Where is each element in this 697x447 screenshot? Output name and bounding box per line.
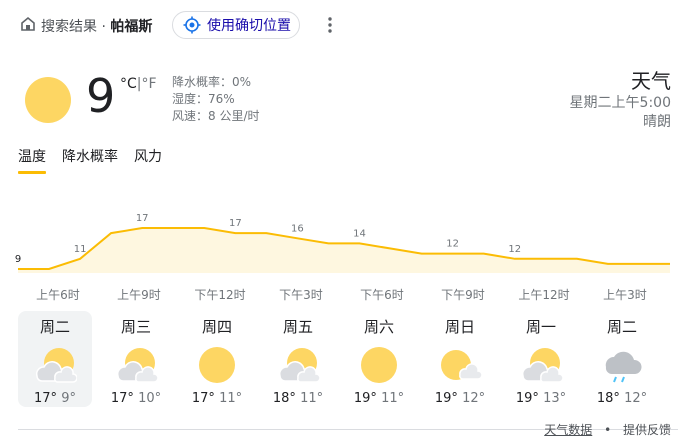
unit-celsius[interactable]: °C (120, 76, 137, 92)
day-high: 19° (434, 391, 458, 406)
daily-forecast: 周二 17° 9° 周三 17° 10° 周四 17° 11° 周五 18° 11° 周六 19°… (18, 311, 678, 407)
breadcrumb-prefix: 搜索结果 · (41, 19, 111, 35)
sun-icon (25, 77, 71, 123)
temperature-data-label: 17 (229, 218, 242, 229)
temperature-data-label: 16 (291, 223, 304, 234)
day-high: 18° (596, 391, 620, 406)
day-forecast-5[interactable]: 周日 19° 12° (423, 311, 497, 407)
precipitation-text: 降水概率：0% (172, 75, 252, 89)
day-low: 9° (61, 391, 76, 406)
footer: 天气数据 • 提供反馈 (544, 421, 671, 438)
sun-cloud-icon (438, 345, 483, 385)
day-high: 17° (191, 391, 215, 406)
sun-icon (357, 345, 401, 385)
day-temps: 18° 12° (585, 391, 659, 406)
day-temps: 17° 9° (18, 391, 92, 406)
location-target-icon (183, 16, 201, 34)
weather-details: 降水概率：0% 湿度：76% 风速：8 公里/时 (172, 74, 260, 125)
day-low: 11° (300, 391, 324, 406)
time-label: 下午12时 (194, 288, 246, 302)
day-forecast-7[interactable]: 周二 18° 12° (585, 311, 659, 407)
tab-temperature[interactable]: 温度 (18, 146, 46, 174)
day-temps: 19° 12° (423, 391, 497, 406)
temperature-data-label: 17 (136, 213, 149, 224)
location-button-label: 使用确切位置 (207, 18, 291, 34)
day-high: 19° (515, 391, 539, 406)
day-forecast-4[interactable]: 周六 19° 11° (342, 311, 416, 407)
footer-dot: • (604, 423, 612, 437)
weather-condition: 晴朗 (643, 114, 671, 130)
current-temperature: 9 (86, 69, 116, 123)
day-name: 周一 (525, 318, 556, 336)
day-temps: 19° 13° (504, 391, 578, 406)
weather-header: 天气 星期二上午5:00 晴朗 (570, 68, 671, 132)
day-temps: 19° 11° (342, 391, 416, 406)
day-low: 13° (543, 391, 567, 406)
weather-datetime: 星期二上午5:00 (569, 95, 671, 111)
day-name: 周四 (201, 318, 232, 336)
rain-icon (600, 345, 644, 385)
time-label: 下午3时 (279, 288, 323, 302)
temperature-data-label: 12 (446, 239, 459, 250)
day-temps: 17° 10° (99, 391, 173, 406)
time-label: 上午12时 (518, 288, 570, 302)
wind-text: 风速：8 公里/时 (172, 109, 260, 123)
partly-cloudy-icon (114, 345, 159, 385)
temperature-data-label: 9 (15, 254, 21, 265)
humidity-text: 湿度：76% (172, 92, 235, 106)
breadcrumb-place: 帕福斯 (110, 19, 153, 35)
temperature-data-label: 11 (74, 244, 87, 255)
day-name: 周二 (606, 318, 637, 336)
unit-switch: °C|°F (120, 76, 157, 92)
temperature-chart: 9 11 17 17 16 14 12 12 (15, 213, 670, 273)
partly-cloudy-icon (276, 345, 321, 385)
day-name: 周三 (120, 318, 151, 336)
day-low: 11° (381, 391, 405, 406)
partly-cloudy-icon (33, 345, 78, 385)
feedback-link[interactable]: 提供反馈 (623, 423, 671, 437)
day-low: 11° (219, 391, 243, 406)
day-high: 19° (353, 391, 377, 406)
tab-precipitation[interactable]: 降水概率 (62, 146, 118, 172)
day-forecast-6[interactable]: 周一 19° 13° (504, 311, 578, 407)
day-low: 12° (624, 391, 648, 406)
day-high: 17° (110, 391, 134, 406)
time-label: 上午3时 (603, 288, 647, 302)
time-label: 下午9时 (441, 288, 485, 302)
weather-data-link[interactable]: 天气数据 (544, 423, 592, 437)
partly-cloudy-icon (519, 345, 564, 385)
temperature-area (18, 228, 670, 273)
sun-icon (195, 345, 239, 385)
time-label: 上午9时 (117, 288, 161, 302)
temperature-data-label: 14 (353, 228, 366, 239)
day-high: 17° (34, 391, 58, 406)
chart-tabs: 温度 降水概率 风力 (18, 146, 178, 174)
home-icon (21, 16, 35, 31)
time-label: 下午6时 (360, 288, 404, 302)
day-name: 周日 (444, 318, 475, 336)
day-low: 10° (138, 391, 162, 406)
day-name: 周六 (363, 318, 394, 336)
temperature-data-label: 12 (508, 244, 521, 255)
day-temps: 17° 11° (180, 391, 254, 406)
tab-wind[interactable]: 风力 (134, 146, 162, 172)
time-axis: 上午6时 上午9时 下午12时 下午3时 下午6时 下午9时 上午12时 上午3时 (18, 286, 678, 302)
breadcrumb[interactable]: 搜索结果 · 帕福斯 (41, 16, 152, 36)
unit-fahrenheit[interactable]: °F (142, 76, 157, 92)
day-forecast-2[interactable]: 周四 17° 11° (180, 311, 254, 407)
day-high: 18° (272, 391, 296, 406)
day-forecast-3[interactable]: 周五 18° 11° (261, 311, 335, 407)
day-forecast-1[interactable]: 周三 17° 10° (99, 311, 173, 407)
time-label: 上午6时 (36, 288, 80, 302)
day-forecast-0[interactable]: 周二 17° 9° (18, 311, 92, 407)
weather-title: 天气 (631, 69, 671, 93)
use-precise-location-button[interactable]: 使用确切位置 (172, 11, 300, 39)
day-name: 周二 (39, 318, 70, 336)
day-name: 周五 (282, 318, 313, 336)
more-options-icon[interactable] (322, 14, 338, 36)
day-low: 12° (462, 391, 486, 406)
day-temps: 18° 11° (261, 391, 335, 406)
